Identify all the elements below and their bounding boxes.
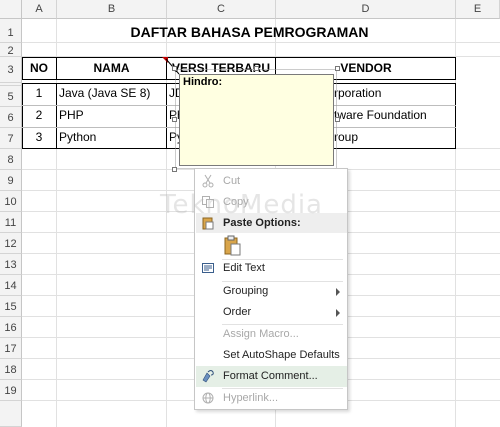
paste-keep-formatting-icon[interactable] <box>222 235 244 257</box>
menu-item-format-comment[interactable]: Format Comment... <box>196 366 347 387</box>
menu-item-label: Hyperlink... <box>223 392 279 404</box>
submenu-arrow-icon <box>336 309 340 317</box>
menu-item-label: Cut <box>223 175 241 187</box>
row-header-16[interactable]: 16 <box>0 317 22 338</box>
row-header-11[interactable]: 11 <box>0 212 22 233</box>
menu-item-hyperlink[interactable]: Hyperlink... <box>196 388 347 409</box>
menu-item-label: Assign Macro... <box>223 328 299 340</box>
row-header-14[interactable]: 14 <box>0 275 22 296</box>
resize-handle[interactable] <box>172 167 177 172</box>
row-header-3[interactable]: 3 <box>0 57 22 83</box>
menu-item-label: Grouping <box>223 285 269 297</box>
resize-handle[interactable] <box>172 117 177 122</box>
column-header-c[interactable]: C <box>167 0 276 19</box>
gridline <box>455 19 456 427</box>
row-header-6[interactable]: 6 <box>0 107 22 128</box>
format-comment-icon <box>202 370 214 383</box>
edit-text-icon <box>202 263 214 273</box>
cell-nama[interactable]: PHP <box>59 108 165 122</box>
table-border <box>166 83 167 149</box>
cell-no[interactable]: 2 <box>22 108 56 122</box>
submenu-arrow-icon <box>336 288 340 296</box>
menu-item-label: Order <box>223 306 252 318</box>
row-header-18[interactable]: 18 <box>0 359 22 380</box>
menu-item-edit-text[interactable]: Edit Text <box>196 258 347 279</box>
cell-vendor[interactable]: roup <box>334 130 454 144</box>
row-header-8[interactable]: 8 <box>0 149 22 170</box>
column-header-e[interactable]: E <box>456 0 500 19</box>
header-no[interactable]: NO <box>22 57 56 80</box>
table-border <box>56 83 57 149</box>
row-header-1[interactable]: 1 <box>0 19 22 43</box>
row-header-5[interactable]: 5 <box>0 86 22 107</box>
row-header-19[interactable]: 19 <box>0 380 22 401</box>
menu-item-grouping[interactable]: Grouping <box>196 281 347 302</box>
column-header-a[interactable]: A <box>22 0 57 19</box>
resize-handle[interactable] <box>335 117 340 122</box>
menu-item-label: Edit Text <box>223 262 265 274</box>
spreadsheet: A B C D E 1 2 3 4 5 6 7 8 9 10 11 12 13 … <box>0 0 500 427</box>
menu-item-set-autoshape-defaults[interactable]: Set AutoShape Defaults <box>196 345 347 366</box>
select-all-corner[interactable] <box>0 0 22 19</box>
cell-versi[interactable]: Py <box>169 130 179 144</box>
row-header-15[interactable]: 15 <box>0 296 22 317</box>
hyperlink-icon <box>202 392 214 404</box>
gridline <box>56 19 57 427</box>
row-header-12[interactable]: 12 <box>0 233 22 254</box>
menu-item-assign-macro[interactable]: Assign Macro... <box>196 324 347 345</box>
menu-item-cut[interactable]: Cut <box>196 171 347 192</box>
row-header-17[interactable]: 17 <box>0 338 22 359</box>
resize-handle[interactable] <box>172 66 177 71</box>
row-header-13[interactable]: 13 <box>0 254 22 275</box>
row-header-10[interactable]: 10 <box>0 191 22 212</box>
cell-vendor[interactable]: tware Foundation <box>334 108 454 122</box>
cell-versi[interactable]: JD <box>169 86 179 100</box>
cell-no[interactable]: 3 <box>22 130 56 144</box>
menu-item-order[interactable]: Order <box>196 302 347 323</box>
row-header-7[interactable]: 7 <box>0 128 22 149</box>
menu-item-label: Format Comment... <box>223 370 318 382</box>
comment-box[interactable]: Hindro: <box>179 74 334 166</box>
column-header-d[interactable]: D <box>276 0 456 19</box>
table-title[interactable]: DAFTAR BAHASA PEMROGRAMAN <box>22 19 477 43</box>
cell-nama[interactable]: Java (Java SE 8) <box>59 86 165 100</box>
row-header-9[interactable]: 9 <box>0 170 22 191</box>
column-header-b[interactable]: B <box>57 0 167 19</box>
cell-nama[interactable]: Python <box>59 130 165 144</box>
row-header-2[interactable]: 2 <box>0 43 22 57</box>
cell-vendor[interactable]: rporation <box>334 86 454 100</box>
row-header-20 <box>0 401 22 427</box>
header-nama[interactable]: NAMA <box>57 57 166 80</box>
menu-item-label: Set AutoShape Defaults <box>223 349 340 361</box>
comment-author: Hindro: <box>183 76 223 88</box>
scissors-icon <box>202 174 214 188</box>
resize-handle[interactable] <box>335 66 340 71</box>
gridline <box>166 19 167 427</box>
resize-handle[interactable] <box>254 66 259 71</box>
cell-no[interactable]: 1 <box>22 86 56 100</box>
watermark: TeknoMedia <box>160 190 323 220</box>
